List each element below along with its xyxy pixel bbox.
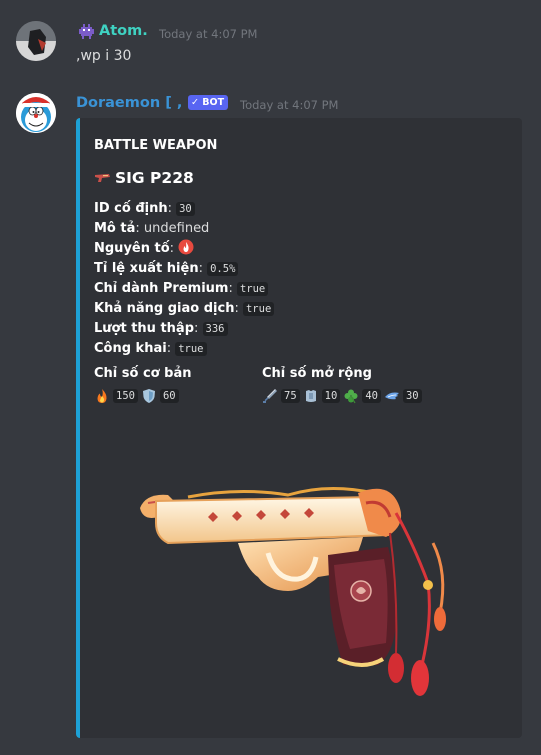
fire-icon	[94, 388, 110, 404]
wing-icon	[384, 388, 400, 404]
ext-stats-heading: Chỉ số mở rộng	[262, 366, 372, 381]
ext-stat-sword-value: 75	[281, 389, 300, 403]
clover-icon	[343, 388, 359, 404]
base-stat-shield-value: 60	[159, 389, 179, 403]
timestamp-doraemon: Today at 4:07 PM	[240, 98, 339, 112]
verified-check-icon: ✓	[191, 97, 203, 108]
weapon-title: SIG P228	[94, 169, 194, 188]
field-description-value: undefined	[143, 221, 210, 236]
ext-stats-row: 75 10 40 30	[262, 388, 422, 404]
field-id-value: 30	[176, 202, 195, 216]
field-drop-rate-value: 0.5%	[207, 262, 239, 276]
weapon-image[interactable]	[128, 473, 468, 718]
weapon-embed: BATTLE WEAPON SIG P228 ID cố định: 30 Mô…	[76, 118, 522, 738]
username-doraemon[interactable]: Doraemon [ , ]	[76, 95, 194, 111]
field-public-value: true	[175, 342, 207, 356]
sword-icon	[262, 388, 278, 404]
username-atom[interactable]: Atom.	[99, 23, 148, 39]
bot-badge: ✓ BOT	[188, 95, 229, 110]
gun-icon	[94, 170, 111, 188]
field-description: Mô tả: undefined	[94, 221, 210, 236]
ext-stat-wing-value: 30	[402, 389, 422, 403]
shield-icon	[141, 388, 157, 404]
field-drop-rate: Tỉ lệ xuất hiện: 0.5%	[94, 259, 239, 279]
ext-stat-clover-value: 40	[362, 389, 381, 403]
bot-badge-label: BOT	[202, 97, 225, 108]
base-stats-row: 150 60	[94, 388, 179, 404]
field-premium: Chỉ dành Premium: true	[94, 279, 269, 299]
avatar-doraemon[interactable]	[16, 93, 56, 133]
ext-stat-armor-value: 10	[321, 389, 341, 403]
field-tradable-value: true	[242, 302, 275, 316]
message-atom: Atom. Today at 4:07 PM ,wp i 30	[0, 0, 541, 80]
armor-icon	[303, 388, 319, 404]
field-public: Công khai: true	[94, 339, 207, 359]
base-stat-fire-value: 150	[113, 389, 138, 403]
avatar-atom[interactable]	[16, 21, 56, 61]
field-id: ID cố định: 30	[94, 199, 195, 219]
field-collected: Lượt thu thập: 336	[94, 319, 228, 339]
field-premium-value: true	[236, 282, 269, 296]
base-stats-heading: Chỉ số cơ bản	[94, 366, 192, 381]
field-tradable: Khả năng giao dịch: true	[94, 299, 275, 319]
message-content-atom: ,wp i 30	[76, 48, 132, 64]
atom-badge-icon	[78, 24, 95, 44]
timestamp-atom: Today at 4:07 PM	[159, 27, 258, 41]
field-collected-value: 336	[202, 322, 228, 336]
weapon-name: SIG P228	[115, 169, 194, 187]
embed-title: BATTLE WEAPON	[94, 138, 218, 153]
